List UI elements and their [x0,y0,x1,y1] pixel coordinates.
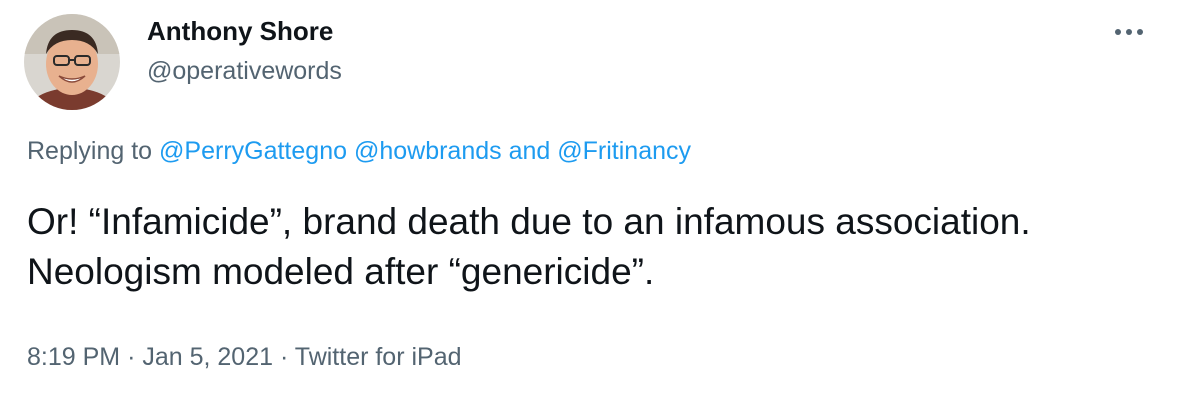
author-name[interactable]: Anthony Shore [147,14,342,48]
avatar-image [24,14,120,110]
author-info: Anthony Shore @operativewords [147,14,342,88]
tweet-time[interactable]: 8:19 PM [27,343,120,371]
tweet-card: Anthony Shore @operativewords Replying t… [0,0,1184,404]
tweet-source[interactable]: Twitter for iPad [295,343,462,371]
replying-to-label: Replying to [27,137,153,165]
mention-link[interactable]: @PerryGattegno [159,137,347,165]
mention-link[interactable]: @Fritinancy [557,137,691,165]
tweet-text: Or! “Infamicide”, brand death due to an … [27,201,1031,292]
replying-to: Replying to @PerryGattegno @howbrands an… [27,134,691,168]
author-handle[interactable]: @operativewords [147,54,342,88]
meta-separator: · [127,343,136,371]
mention-link[interactable]: @howbrands [354,137,502,165]
mention-conjunction[interactable]: and [509,137,551,165]
tweet-metadata: 8:19 PM · Jan 5, 2021 · Twitter for iPad [27,340,462,374]
more-icon[interactable] [1112,22,1146,42]
meta-separator: · [279,343,289,371]
author-avatar[interactable] [24,14,120,110]
tweet-date[interactable]: Jan 5, 2021 [142,343,273,371]
